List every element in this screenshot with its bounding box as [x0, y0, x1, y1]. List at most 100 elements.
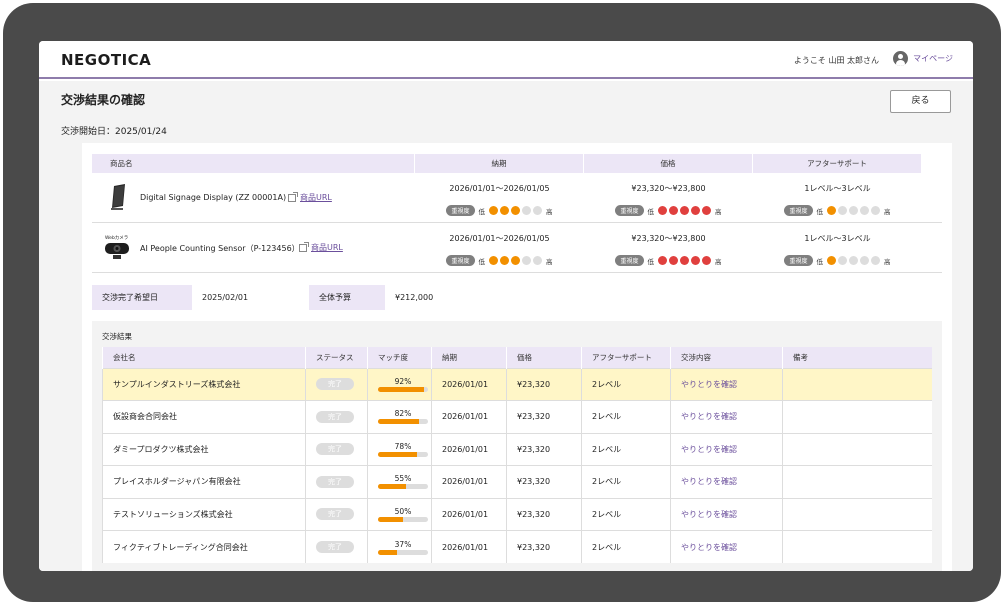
delivery-date: 2026/01/01: [431, 367, 507, 401]
notes-cell: [782, 367, 932, 401]
result-row[interactable]: サンプルインダストリーズ株式会社 完了 92% 2026/01/01 ¥23,3…: [102, 367, 932, 401]
back-button[interactable]: 戻る: [890, 90, 951, 113]
importance-dot: [691, 206, 700, 215]
company-name: テストソリューションズ株式会社: [102, 497, 306, 531]
col-after-support: アフターサポート: [753, 154, 922, 173]
deadline-label: 交渉完了希望日: [92, 285, 192, 310]
view-exchange-link[interactable]: やりとりを確認: [681, 543, 737, 552]
importance-dot: [669, 256, 678, 265]
view-exchange-link[interactable]: やりとりを確認: [681, 380, 737, 389]
low-label: 低: [647, 257, 655, 266]
low-label: 低: [816, 257, 824, 266]
notes-cell: [782, 432, 932, 466]
importance-dot: [669, 206, 678, 215]
product-url-link[interactable]: 商品URL: [288, 191, 332, 203]
product-table-header: 商品名 納期 価格 アフターサポート: [92, 154, 942, 173]
price-value: ¥23,320: [506, 465, 582, 498]
price-value: ¥23,320: [506, 497, 582, 531]
importance-tag: 重視度: [615, 255, 644, 266]
importance-rating: 重視度 低 高: [615, 205, 722, 216]
match-meter: 92%: [378, 377, 428, 392]
welcome-text: ようこそ 山田 太郎さん: [793, 56, 879, 65]
result-row[interactable]: 仮設商会合同会社 完了 82% 2026/01/01 ¥23,320 2レベル …: [102, 400, 932, 433]
product-row: Digital Signage Display (ZZ 00001A) 商品UR…: [92, 173, 942, 223]
signage-display-image: [111, 184, 125, 210]
importance-dot: [838, 206, 847, 215]
price-value: ¥23,320: [506, 367, 582, 401]
delivery-date: 2026/01/01: [431, 432, 507, 466]
view-exchange-link[interactable]: やりとりを確認: [681, 412, 737, 421]
view-exchange-cell: やりとりを確認: [670, 530, 783, 563]
col-match: マッチ度: [367, 347, 432, 368]
company-name: サンプルインダストリーズ株式会社: [102, 367, 306, 401]
delivery-cell: 2026/01/01〜2026/01/05 重視度 低 高: [415, 233, 584, 267]
importance-dot: [871, 206, 880, 215]
deadline-condition: 交渉完了希望日 2025/02/01: [92, 285, 248, 310]
col-company: 会社名: [102, 347, 306, 368]
importance-dot: [827, 256, 836, 265]
view-exchange-link[interactable]: やりとりを確認: [681, 510, 737, 519]
result-row[interactable]: テストソリューションズ株式会社 完了 50% 2026/01/01 ¥23,32…: [102, 497, 932, 531]
importance-dot: [522, 256, 531, 265]
delivery-range: 2026/01/01〜2026/01/05: [449, 184, 550, 193]
importance-dot: [680, 206, 689, 215]
support-level: 2レベル: [581, 497, 671, 531]
notes-cell: [782, 530, 932, 563]
notes-cell: [782, 497, 932, 531]
result-row[interactable]: ダミープロダクツ株式会社 完了 78% 2026/01/01 ¥23,320 2…: [102, 432, 932, 466]
importance-dot: [658, 256, 667, 265]
view-exchange-cell: やりとりを確認: [670, 497, 783, 531]
webcam-caption: Webカメラ: [105, 235, 128, 241]
price-cell: ¥23,320〜¥23,800 重視度 低 高: [584, 233, 753, 267]
result-row[interactable]: プレイスホルダージャパン有限会社 完了 55% 2026/01/01 ¥23,3…: [102, 465, 932, 498]
importance-rating: 重視度 低 高: [784, 255, 891, 266]
negotiation-start-date: 交渉開始日：2025/01/24: [61, 127, 167, 137]
col-price: 価格: [584, 154, 753, 173]
result-row[interactable]: フィクティブトレーディング合同会社 完了 37% 2026/01/01 ¥23,…: [102, 530, 932, 563]
low-label: 低: [478, 257, 486, 266]
price-cell: ¥23,320〜¥23,800 重視度 低 高: [584, 183, 753, 217]
view-exchange-cell: やりとりを確認: [670, 367, 783, 401]
importance-tag: 重視度: [446, 255, 475, 266]
match-bar-track: [378, 484, 428, 490]
page-title: 交渉結果の確認: [61, 93, 146, 107]
col-delivery: 納期: [415, 154, 584, 173]
col-product-name: 商品名: [92, 154, 415, 173]
view-exchange-cell: やりとりを確認: [670, 432, 783, 466]
view-exchange-link[interactable]: やりとりを確認: [681, 477, 737, 486]
view-exchange-link[interactable]: やりとりを確認: [681, 445, 737, 454]
importance-dot: [860, 256, 869, 265]
support-cell: 1レベル〜3レベル 重視度 低 高: [753, 233, 922, 267]
status-badge: 完了: [316, 541, 354, 553]
screen: NEGOTICA ようこそ 山田 太郎さん マイページ 交渉結果の確認 戻る 交…: [39, 41, 973, 571]
high-label: 高: [546, 207, 553, 216]
support-cell: 1レベル〜3レベル 重視度 低 高: [753, 183, 922, 217]
match-cell: 92%: [367, 367, 432, 401]
negotiation-card: 商品名 納期 価格 アフターサポート Digital Signage Displ…: [82, 143, 952, 571]
company-name: 仮設商会合同会社: [102, 400, 306, 433]
importance-dot: [838, 256, 847, 265]
company-name: ダミープロダクツ株式会社: [102, 432, 306, 466]
match-bar-fill: [378, 549, 397, 555]
importance-dot: [500, 256, 509, 265]
price-range: ¥23,320〜¥23,800: [631, 234, 706, 243]
app-logo[interactable]: NEGOTICA: [61, 51, 151, 69]
importance-dot: [533, 256, 542, 265]
match-meter: 37%: [378, 540, 428, 555]
product-url-link[interactable]: 商品URL: [299, 241, 343, 253]
delivery-date: 2026/01/01: [431, 497, 507, 531]
price-range: ¥23,320〜¥23,800: [631, 184, 706, 193]
match-meter: 82%: [378, 409, 428, 425]
col-after-support: アフターサポート: [581, 347, 671, 368]
mypage-link[interactable]: マイページ: [893, 51, 953, 66]
status-badge: 完了: [316, 410, 354, 423]
high-label: 高: [884, 207, 891, 216]
importance-tag: 重視度: [784, 205, 813, 216]
importance-dots: [489, 256, 542, 265]
budget-value: ¥212,000: [395, 293, 434, 302]
product-name: Digital Signage Display (ZZ 00001A): [140, 193, 287, 202]
importance-dots: [827, 206, 880, 215]
product-name: AI People Counting Sensor（P-123456）: [140, 244, 300, 253]
importance-rating: 重視度 低 高: [446, 255, 553, 266]
match-meter: 78%: [378, 442, 428, 457]
